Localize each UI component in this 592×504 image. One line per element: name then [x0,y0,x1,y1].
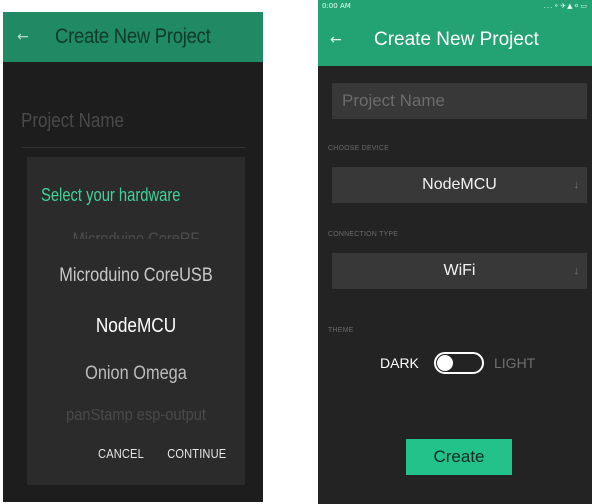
hardware-option-selected[interactable]: NodeMCU [42,315,229,338]
project-name-input[interactable]: Project Name [332,83,587,119]
app-bar: ← Create New Project [318,14,592,66]
status-icons: ...⚬✈▲⚪▭ [543,2,588,10]
dark-theme-label: DARK [380,355,419,371]
hardware-option[interactable]: Microduino CoreUSB [42,265,229,287]
connection-type-select[interactable]: WiFi ↓ [332,253,587,289]
continue-button[interactable]: CONTINUE [167,446,226,461]
project-name-placeholder: Project Name [342,91,445,110]
hardware-option[interactable]: panStamp esp-output [42,409,229,423]
device-select-value: NodeMCU [422,176,497,193]
status-time: 0:00 AM [322,2,351,10]
app-bar: ← Create New Project [3,12,263,62]
dropdown-arrow-icon: ↓ [573,179,580,191]
project-name-placeholder: Project Name [21,110,124,132]
create-button[interactable]: Create [406,439,512,475]
right-phone-screen: 0:00 AM ...⚬✈▲⚪▭ ← Create New Project Pr… [318,0,592,504]
status-bar: 0:00 AM ...⚬✈▲⚪▭ [318,0,592,14]
page-title: Create New Project [55,25,211,48]
connection-type-label: CONNECTION TYPE [328,231,399,238]
hardware-option[interactable]: Onion Omega [42,363,229,385]
theme-toggle-switch[interactable] [434,352,484,374]
light-theme-label: LIGHT [494,355,536,371]
page-title: Create New Project [374,29,539,50]
theme-row: DARK LIGHT [318,350,592,376]
cancel-button[interactable]: CANCEL [98,446,144,461]
connection-type-value: WiFi [443,262,476,279]
device-select[interactable]: NodeMCU ↓ [332,167,587,203]
hardware-option[interactable]: Microduino CoreRF [42,225,229,239]
dropdown-arrow-icon: ↓ [573,265,580,277]
dialog-title: Select your hardware [41,185,181,205]
theme-label: THEME [328,327,354,334]
back-arrow-icon[interactable]: ← [17,12,29,62]
hardware-select-dialog: Select your hardware Microduino CoreRF M… [27,157,245,485]
divider [21,147,245,148]
toggle-knob [437,355,453,371]
choose-device-label: CHOOSE DEVICE [328,145,389,152]
back-arrow-icon[interactable]: ← [330,14,342,66]
dialog-actions: CANCEL CONTINUE [94,446,231,461]
left-phone-screen: ← Create New Project Project Name Select… [3,12,263,502]
